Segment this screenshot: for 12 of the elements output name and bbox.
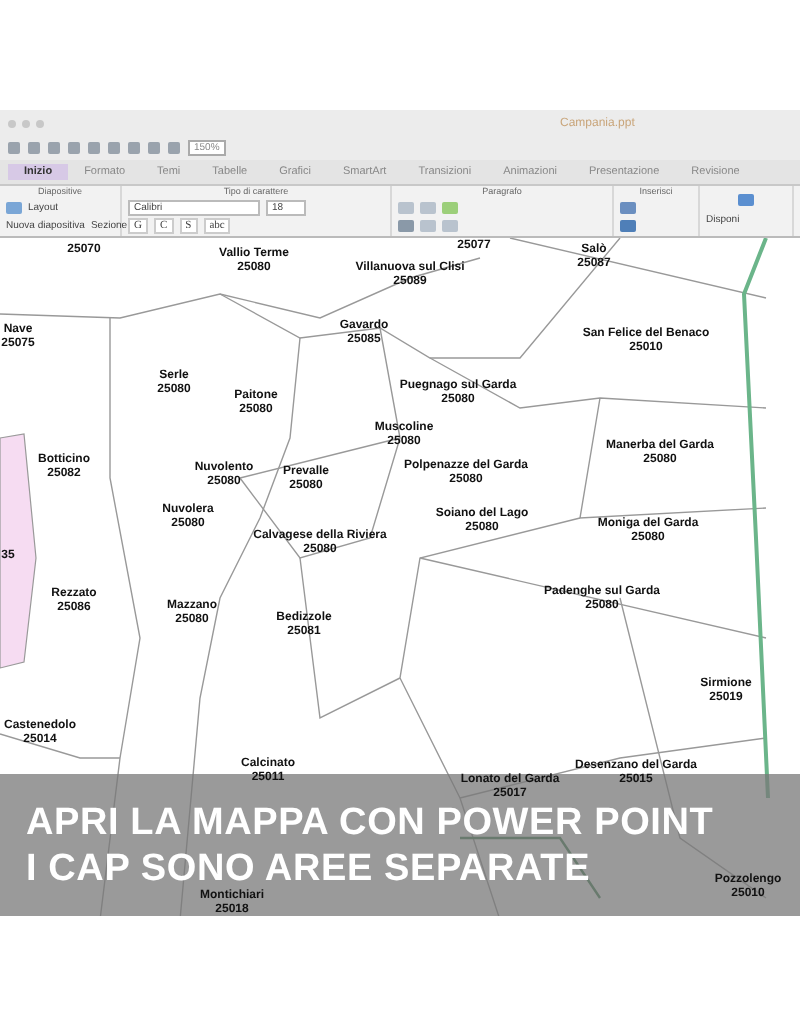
close-icon[interactable] — [8, 119, 16, 127]
banner-text: APRI LA MAPPA CON POWER POINT — [26, 799, 714, 845]
shape-icon[interactable] — [620, 201, 636, 213]
banner-text: I CAP SONO AREE SEPARATE — [26, 845, 591, 889]
slide-icon[interactable] — [6, 201, 22, 213]
numbering-icon[interactable] — [420, 201, 436, 213]
bullets-icon[interactable] — [398, 201, 414, 213]
columns-icon[interactable] — [442, 201, 458, 213]
minimize-icon[interactable] — [22, 119, 30, 127]
arrange-icon[interactable] — [738, 194, 754, 206]
zoom-icon[interactable] — [36, 119, 44, 127]
picture-icon[interactable] — [620, 219, 636, 231]
